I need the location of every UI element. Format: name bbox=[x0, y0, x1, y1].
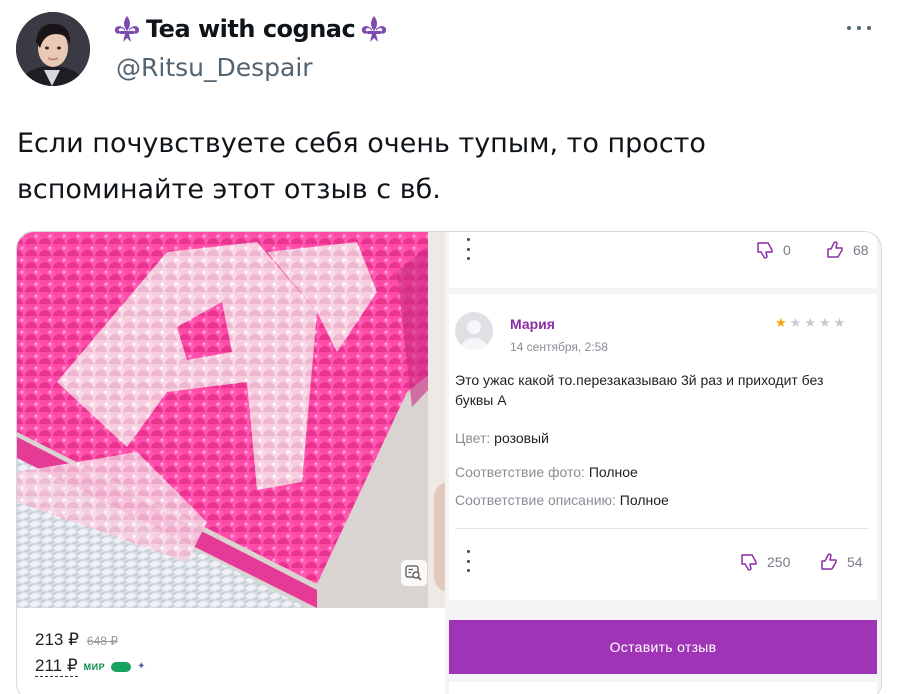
avatar-placeholder-icon bbox=[455, 312, 493, 350]
dislike-button[interactable]: 0 bbox=[755, 240, 791, 260]
google-pay-logo bbox=[111, 661, 132, 672]
star-empty-icon: ★ bbox=[818, 315, 831, 330]
divider bbox=[455, 528, 869, 529]
more-dot bbox=[847, 26, 851, 30]
price-row: 213 ₽ 648 ₽ bbox=[35, 630, 118, 650]
price-old: 648 ₽ bbox=[86, 634, 118, 648]
kebab-dot bbox=[466, 238, 470, 241]
thumbs-down-icon bbox=[741, 554, 757, 571]
like-button[interactable]: 54 bbox=[819, 552, 863, 572]
kebab-dot bbox=[466, 559, 470, 563]
kebab-icon[interactable] bbox=[465, 550, 471, 572]
star-filled-icon: ★ bbox=[775, 315, 787, 330]
reviewer-name[interactable]: Мария bbox=[510, 316, 555, 332]
review-color-value: розовый bbox=[494, 430, 549, 446]
previous-review-footer: 0 68 bbox=[449, 232, 877, 288]
price-area: 213 ₽ 648 ₽ 211 ₽ МИР ✦ bbox=[17, 608, 445, 694]
sequin-notebook-image bbox=[17, 232, 445, 608]
star-empty-icon: ★ bbox=[833, 315, 846, 330]
description-match-value: Полное bbox=[619, 492, 669, 508]
fleur-de-lis-icon bbox=[114, 16, 140, 42]
photo-match-label: Соответствие фото: bbox=[455, 464, 585, 480]
sbp-logo-icon: ✦ bbox=[137, 661, 146, 672]
avatar-image bbox=[16, 12, 90, 86]
like-count: 54 bbox=[847, 554, 863, 570]
zoom-image-icon[interactable] bbox=[401, 560, 427, 586]
zoom-image-glyph bbox=[405, 565, 422, 581]
review-panel: 0 68 Мария 14 сентября, 2:58 ★ ★ ★ ★ ★ Э… bbox=[445, 232, 881, 694]
thumbs-up-icon bbox=[827, 241, 843, 258]
dislike-count: 250 bbox=[767, 554, 791, 570]
rating-stars: ★ ★ ★ ★ ★ bbox=[775, 316, 845, 329]
more-dot bbox=[867, 26, 871, 30]
star-empty-icon: ★ bbox=[804, 315, 816, 330]
review-color-label: Цвет: bbox=[455, 430, 491, 446]
card-price-row[interactable]: 211 ₽ МИР ✦ bbox=[35, 656, 146, 677]
photo-match-value: Полное bbox=[588, 464, 638, 480]
review-photo-match: Соответствие фото: Полное bbox=[455, 464, 638, 480]
product-photo[interactable] bbox=[17, 232, 445, 608]
review-card: Мария 14 сентября, 2:58 ★ ★ ★ ★ ★ Это уж… bbox=[449, 294, 877, 600]
like-button[interactable]: 68 bbox=[825, 240, 869, 260]
kebab-dot bbox=[466, 247, 470, 251]
star-empty-icon: ★ bbox=[789, 315, 802, 330]
dislike-count: 0 bbox=[783, 242, 791, 258]
next-card-edge bbox=[449, 682, 877, 694]
leave-review-button[interactable]: Оставить отзыв bbox=[449, 620, 877, 674]
review-text: Это ужас какой то.перезаказываю 3й раз и… bbox=[455, 372, 824, 408]
tweet-media[interactable]: 213 ₽ 648 ₽ 211 ₽ МИР ✦ 0 68 Мария 14 се… bbox=[16, 231, 882, 694]
review-description-match: Соответствие описанию: Полное bbox=[455, 492, 669, 508]
fleur-de-lis-icon bbox=[362, 16, 387, 42]
review-color: Цвет: розовый bbox=[455, 430, 549, 446]
more-icon[interactable] bbox=[842, 18, 876, 38]
mir-logo: МИР bbox=[83, 661, 106, 672]
dislike-button[interactable]: 250 bbox=[739, 552, 790, 572]
review-date: 14 сентября, 2:58 bbox=[510, 340, 608, 354]
kebab-dot bbox=[466, 550, 470, 553]
thumbs-down-icon bbox=[757, 242, 773, 259]
author-avatar[interactable] bbox=[16, 12, 90, 86]
tweet-text: Если почувствуете себя очень тупым, то п… bbox=[17, 128, 706, 205]
more-dot bbox=[857, 26, 861, 30]
display-name[interactable]: Tea with cognac bbox=[112, 14, 389, 44]
description-match-label: Соответствие описанию: bbox=[455, 492, 616, 508]
display-name-text: Tea with cognac bbox=[146, 15, 356, 43]
kebab-dot bbox=[466, 569, 470, 572]
kebab-dot bbox=[466, 257, 470, 260]
avatar-placeholder-glyph bbox=[461, 320, 487, 350]
thumbs-up-icon bbox=[821, 553, 837, 570]
kebab-icon[interactable] bbox=[465, 238, 471, 260]
price-current: 213 ₽ bbox=[35, 630, 79, 649]
price-card: 211 ₽ bbox=[35, 656, 78, 677]
like-count: 68 bbox=[853, 242, 869, 258]
author-handle[interactable]: @Ritsu_Despair bbox=[116, 53, 313, 82]
